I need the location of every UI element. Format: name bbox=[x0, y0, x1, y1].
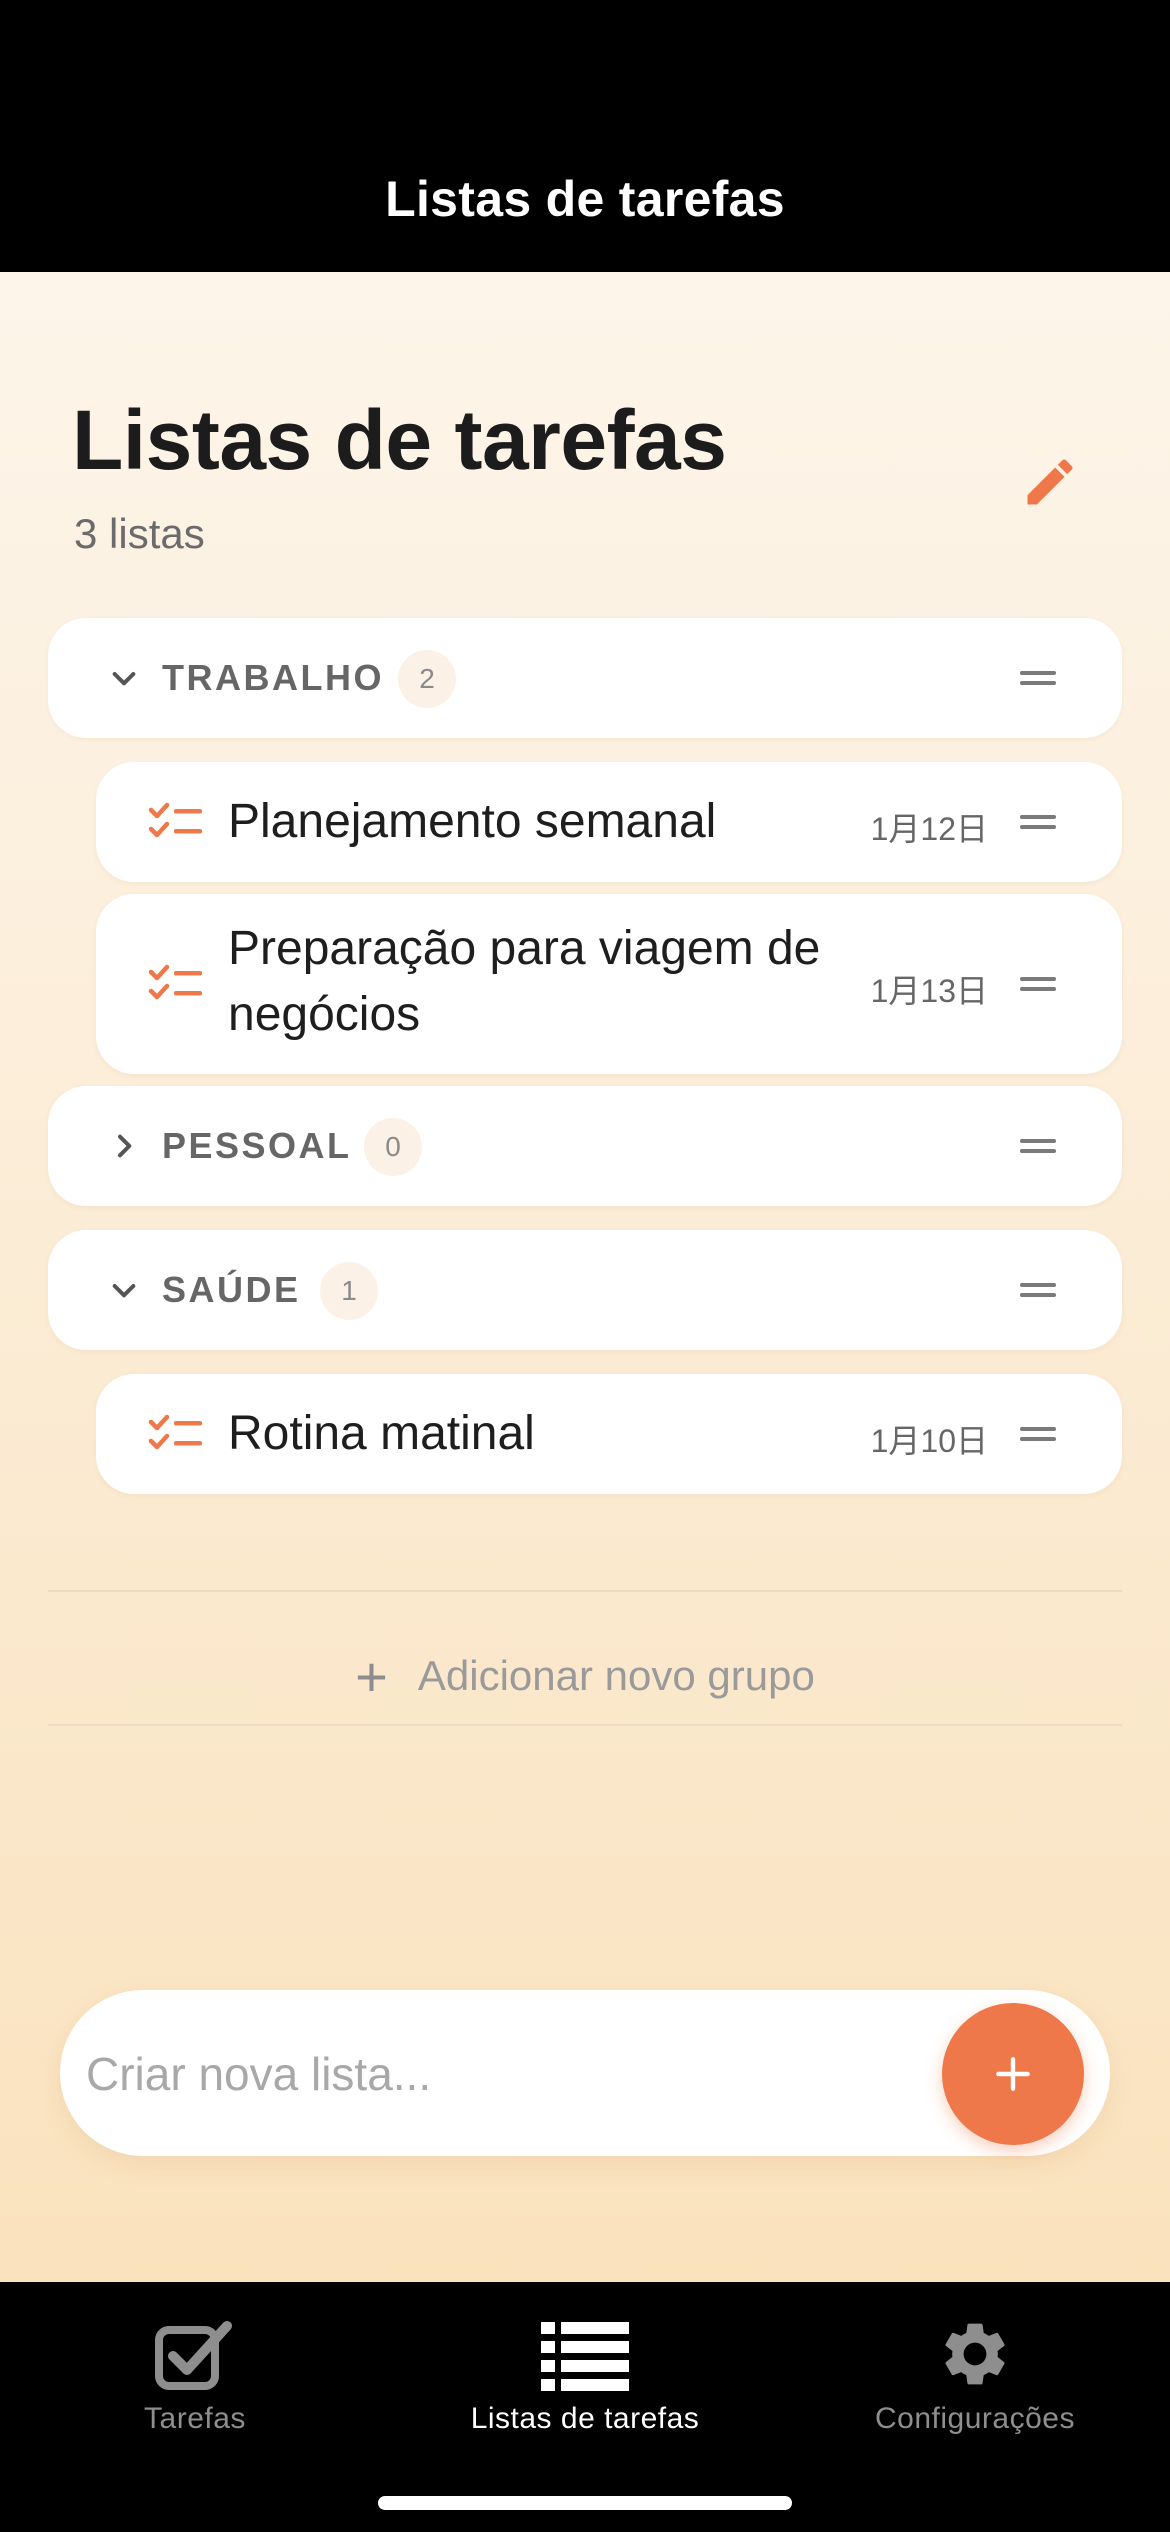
group-count-badge: 1 bbox=[320, 1262, 378, 1320]
group-name: TRABALHO bbox=[162, 657, 384, 698]
plus-icon: + bbox=[355, 1644, 388, 1708]
divider bbox=[48, 1724, 1122, 1726]
list-date: 1月12日 bbox=[870, 811, 988, 847]
page-title: Listas de tarefas bbox=[72, 393, 727, 487]
checklist-icon bbox=[148, 1414, 202, 1450]
header-title: Listas de tarefas bbox=[385, 171, 785, 227]
group-header-saude[interactable]: SAÚDE 1 bbox=[48, 1230, 1122, 1350]
drag-handle-icon[interactable] bbox=[1020, 1427, 1056, 1441]
group-name: SAÚDE bbox=[162, 1269, 301, 1310]
drag-handle-icon[interactable] bbox=[1020, 815, 1056, 829]
group-header-pessoal[interactable]: PESSOAL 0 bbox=[48, 1086, 1122, 1206]
list-count: 3 listas bbox=[74, 510, 205, 557]
list-date: 1月10日 bbox=[870, 1423, 988, 1459]
plus-icon bbox=[996, 2057, 1030, 2091]
tab-configuracoes[interactable]: Configurações bbox=[780, 2300, 1170, 2450]
new-list-bar bbox=[60, 1990, 1110, 2156]
add-group-label: Adicionar novo grupo bbox=[417, 1652, 815, 1699]
group-count-badge: 2 bbox=[398, 650, 456, 708]
main-content: Listas de tarefas 3 listas TRABALHO 2 Pl… bbox=[0, 272, 1170, 2282]
tab-label: Listas de tarefas bbox=[470, 2402, 700, 2435]
checkbox-icon bbox=[153, 2300, 237, 2392]
home-indicator bbox=[378, 2496, 792, 2510]
chevron-down-icon[interactable] bbox=[104, 658, 144, 698]
drag-handle-icon[interactable] bbox=[1020, 671, 1056, 685]
pencil-icon bbox=[1027, 459, 1073, 505]
new-list-input[interactable] bbox=[84, 2030, 928, 2118]
checklist-icon bbox=[148, 802, 202, 838]
tab-label: Tarefas bbox=[144, 2402, 246, 2435]
add-list-button[interactable] bbox=[942, 2003, 1084, 2145]
list-date: 1月13日 bbox=[870, 973, 988, 1009]
divider bbox=[48, 1590, 1122, 1592]
edit-button[interactable] bbox=[1010, 442, 1090, 522]
checklist-icon bbox=[148, 964, 202, 1000]
tab-tarefas[interactable]: Tarefas bbox=[0, 2300, 390, 2450]
drag-handle-icon[interactable] bbox=[1020, 1283, 1056, 1297]
chevron-right-icon[interactable] bbox=[104, 1126, 144, 1166]
list-title: Planejamento semanal bbox=[228, 795, 717, 848]
gear-icon bbox=[937, 2300, 1013, 2392]
group-count-badge: 0 bbox=[364, 1118, 422, 1176]
list-title: Rotina matinal bbox=[228, 1407, 535, 1460]
drag-handle-icon[interactable] bbox=[1020, 977, 1056, 991]
list-title: Preparação para viagem de negócios bbox=[228, 916, 820, 1048]
tab-bar: Tarefas Listas de tarefas Configurações bbox=[0, 2282, 1170, 2532]
group-name: PESSOAL bbox=[162, 1125, 352, 1166]
drag-handle-icon[interactable] bbox=[1020, 1139, 1056, 1153]
list-title-line: Preparação para viagem de bbox=[228, 922, 821, 975]
tab-listas-de-tarefas[interactable]: Listas de tarefas bbox=[390, 2300, 780, 2450]
list-item[interactable]: Planejamento semanal 1月12日 bbox=[96, 762, 1122, 882]
navigation-header: Listas de tarefas bbox=[0, 0, 1170, 272]
list-title-line: negócios bbox=[228, 988, 421, 1041]
chevron-down-icon[interactable] bbox=[104, 1270, 144, 1310]
list-icon bbox=[541, 2300, 629, 2392]
tab-label: Configurações bbox=[875, 2402, 1075, 2435]
add-group-button[interactable]: + Adicionar novo grupo bbox=[0, 1618, 1170, 1734]
group-header-trabalho[interactable]: TRABALHO 2 bbox=[48, 618, 1122, 738]
list-item[interactable]: Rotina matinal 1月10日 bbox=[96, 1374, 1122, 1494]
list-item[interactable]: Preparação para viagem de negócios 1月13日 bbox=[96, 894, 1122, 1074]
